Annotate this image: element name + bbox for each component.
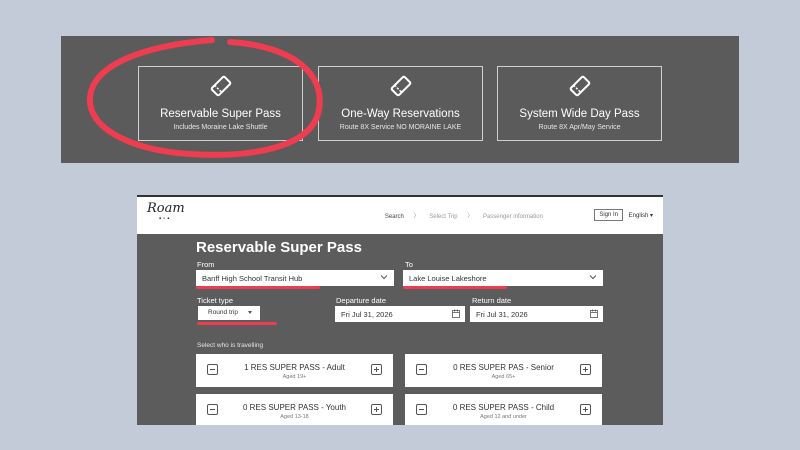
from-value: Banff High School Transit Hub — [202, 274, 303, 283]
booking-screenshot: Roam ▪▫▪ Search 〉 Select Trip 〉 Passenge… — [137, 195, 663, 425]
passenger-age: Aged 13-18 — [280, 414, 309, 420]
logo-bus-icon: ▪▫▪ — [159, 216, 172, 222]
passenger-name: 1 RES SUPER PASS - Adult — [244, 363, 345, 372]
ticket-type-label: Ticket type — [197, 296, 233, 305]
caret-down-icon — [248, 311, 252, 314]
who-travelling-label: Select who is travelling — [197, 342, 264, 349]
return-date-label: Return date — [472, 296, 512, 305]
ticket-icon — [210, 75, 231, 97]
step-passenger-info: Passenger information — [482, 214, 543, 220]
departure-date-value: Fri Jul 31, 2026 — [341, 310, 393, 319]
passenger-child: 0 RES SUPER PASS - Child Aged 12 and und… — [405, 394, 602, 425]
departure-date-input[interactable]: Fri Jul 31, 2026 — [335, 306, 465, 322]
ticket-icon — [390, 75, 411, 97]
red-underline-from — [196, 286, 320, 289]
progress-steps: Search 〉 Select Trip 〉 Passenger informa… — [377, 211, 543, 220]
ticket-icon — [569, 75, 590, 97]
card-title: Reservable Super Pass — [160, 108, 281, 120]
chevron-down-icon — [589, 275, 597, 280]
step-select-trip: Select Trip — [429, 214, 458, 220]
return-date-value: Fri Jul 31, 2026 — [476, 310, 528, 319]
sign-in-button[interactable]: Sign In — [594, 209, 623, 221]
page-title: Reservable Super Pass — [196, 239, 362, 256]
red-underline-to — [403, 286, 507, 289]
one-way-reservations-card[interactable]: One-Way Reservations Route 8X Service NO… — [318, 66, 483, 141]
card-subtitle: Includes Moraine Lake Shuttle — [173, 124, 268, 131]
red-underline-ticket — [197, 322, 277, 325]
passenger-adult: 1 RES SUPER PASS - Adult Aged 19+ — [196, 354, 393, 387]
card-title: System Wide Day Pass — [519, 108, 640, 120]
increment-button[interactable] — [580, 404, 591, 415]
departure-date-label: Departure date — [336, 296, 387, 305]
language-selector[interactable]: English ▾ — [629, 212, 653, 219]
passenger-senior: 0 RES SUPER PAS - Senior Aged 65+ — [405, 354, 602, 387]
to-label: To — [405, 260, 413, 269]
passenger-name: 0 RES SUPER PASS - Youth — [242, 403, 346, 412]
passenger-youth: 0 RES SUPER PASS - Youth Aged 13-18 — [196, 394, 393, 425]
header-bar: Roam ▪▫▪ Search 〉 Select Trip 〉 Passenge… — [137, 195, 663, 234]
chevron-down-icon — [380, 275, 388, 280]
step-search[interactable]: Search — [385, 214, 404, 220]
increment-button[interactable] — [371, 364, 382, 375]
calendar-icon — [590, 309, 598, 318]
passenger-name: 0 RES SUPER PAS - Senior — [453, 363, 554, 372]
calendar-icon — [452, 309, 460, 318]
ticket-type-value: Round trip — [208, 309, 238, 316]
card-subtitle: Route 8X Apr/May Service — [538, 124, 621, 131]
passenger-age: Aged 19+ — [282, 374, 307, 380]
increment-button[interactable] — [580, 364, 591, 375]
card-subtitle: Route 8X Service NO MORAINE LAKE — [339, 124, 462, 131]
to-select[interactable]: Lake Louise Lakeshore — [403, 270, 603, 286]
passenger-name: 0 RES SUPER PASS - Child — [452, 403, 555, 412]
to-value: Lake Louise Lakeshore — [409, 274, 487, 283]
roam-logo: Roam — [147, 201, 185, 216]
passenger-age: Aged 12 and under — [480, 414, 527, 420]
reservable-super-pass-card[interactable]: Reservable Super Pass Includes Moraine L… — [138, 66, 303, 141]
step-divider: 〉 — [413, 214, 420, 220]
from-label: From — [197, 260, 215, 269]
pass-selection-panel: Reservable Super Pass Includes Moraine L… — [61, 36, 739, 163]
increment-button[interactable] — [371, 404, 382, 415]
from-select[interactable]: Banff High School Transit Hub — [196, 270, 394, 286]
system-wide-day-pass-card[interactable]: System Wide Day Pass Route 8X Apr/May Se… — [497, 66, 662, 141]
passenger-age: Aged 65+ — [491, 374, 516, 380]
card-title: One-Way Reservations — [341, 108, 460, 120]
step-divider: 〉 — [467, 214, 474, 220]
return-date-input[interactable]: Fri Jul 31, 2026 — [470, 306, 603, 322]
ticket-type-select[interactable]: Round trip — [198, 306, 260, 320]
